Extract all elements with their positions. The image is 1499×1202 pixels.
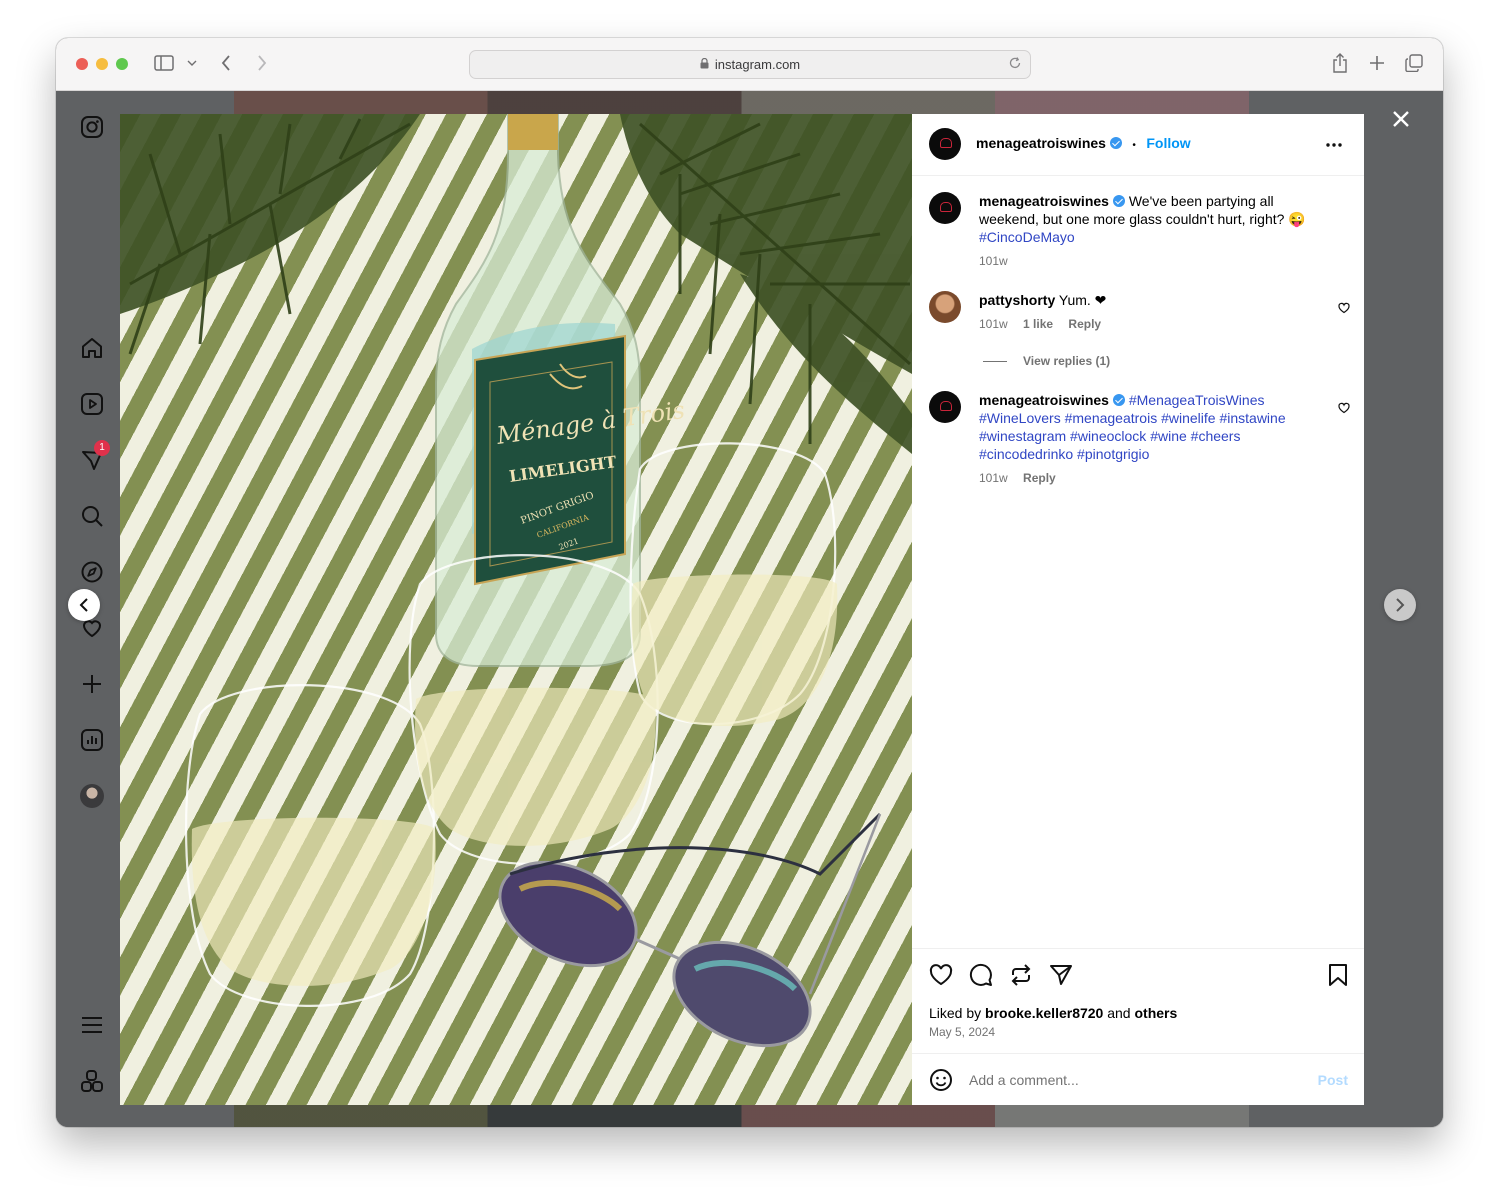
create-icon[interactable]	[80, 672, 104, 696]
close-window-button[interactable]	[76, 58, 88, 70]
chevron-down-icon[interactable]	[186, 52, 198, 74]
liked-by-and: and	[1107, 1005, 1131, 1021]
comment-like-icon[interactable]	[1338, 301, 1350, 314]
new-tab-icon[interactable]	[1368, 52, 1386, 74]
share-icon[interactable]	[1049, 963, 1073, 987]
forward-icon[interactable]	[254, 52, 270, 74]
caption-author[interactable]: menageatroiswines	[979, 193, 1109, 209]
comment-author[interactable]: pattyshorty	[979, 292, 1055, 308]
messenger-icon[interactable]: 1	[80, 440, 110, 472]
commenter-avatar[interactable]	[929, 391, 961, 423]
close-icon[interactable]	[1389, 107, 1413, 131]
explore-icon[interactable]	[80, 560, 104, 584]
view-replies[interactable]: View replies (1)	[983, 354, 1110, 368]
author-avatar[interactable]	[929, 128, 961, 160]
home-icon[interactable]	[80, 336, 104, 360]
minimize-window-button[interactable]	[96, 58, 108, 70]
liked-by-others[interactable]: others	[1134, 1005, 1177, 1021]
browser-window: instagram.com 1 Ménage à Trois LIMELIGHT…	[56, 38, 1443, 1127]
reload-icon[interactable]	[1008, 56, 1022, 73]
menu-icon[interactable]	[80, 1013, 104, 1037]
commenter-avatar[interactable]	[929, 291, 961, 323]
caption-time: 101w	[979, 254, 1008, 268]
next-post-button[interactable]	[1384, 589, 1416, 621]
verified-badge-icon	[1112, 394, 1125, 406]
comment-meta: 101w 1 like Reply	[979, 315, 1310, 333]
post-date: May 5, 2024	[929, 1025, 996, 1039]
address-bar[interactable]: instagram.com	[469, 50, 1031, 79]
follow-button[interactable]: Follow	[1146, 135, 1190, 151]
profile-avatar[interactable]	[80, 784, 104, 808]
caption-author-avatar[interactable]	[929, 192, 961, 224]
liked-by-prefix: Liked by	[929, 1005, 982, 1021]
reply-button[interactable]: Reply	[1023, 471, 1056, 485]
emoji-icon[interactable]	[929, 1068, 953, 1092]
tab-overview-icon[interactable]	[1404, 52, 1424, 74]
browser-toolbar: instagram.com	[56, 38, 1443, 91]
comment-time: 101w	[979, 471, 1008, 485]
save-bookmark-icon[interactable]	[1326, 963, 1350, 987]
back-icon[interactable]	[218, 52, 234, 74]
comment-likes[interactable]: 1 like	[1023, 317, 1053, 331]
caption-meta: 101w	[979, 252, 1310, 270]
threads-icon[interactable]	[80, 1069, 104, 1093]
comment-time: 101w	[979, 317, 1008, 331]
view-replies-label[interactable]: View replies (1)	[1023, 354, 1110, 368]
instagram-logo-icon[interactable]	[80, 115, 104, 139]
share-icon[interactable]	[1330, 52, 1350, 74]
liked-by-user[interactable]: brooke.keller8720	[985, 1005, 1103, 1021]
more-options-icon[interactable]	[1322, 138, 1346, 152]
repost-icon[interactable]	[1009, 963, 1033, 987]
comment-meta: 101w Reply	[979, 469, 1320, 487]
like-icon[interactable]	[929, 963, 953, 987]
post-details-panel: menageatroiswines • Follow menageatroisw…	[912, 114, 1364, 1105]
reels-icon[interactable]	[80, 392, 104, 416]
post-actions: Liked by brooke.keller8720 and others Ma…	[912, 948, 1364, 1054]
instagram-page: 1 Ménage à Trois LIMELIGHT PINOT GRIGIO …	[56, 91, 1443, 1127]
background-grid-top	[234, 91, 1249, 114]
post-image[interactable]: Ménage à Trois LIMELIGHT PINOT GRIGIO CA…	[120, 114, 912, 1105]
background-grid-bottom	[234, 1104, 1249, 1127]
reply-button[interactable]: Reply	[1068, 317, 1101, 331]
liked-by-text: Liked by brooke.keller8720 and others	[929, 1005, 1177, 1021]
search-icon[interactable]	[80, 504, 104, 528]
caption-hashtag[interactable]: #CincoDeMayo	[979, 229, 1075, 245]
zoom-window-button[interactable]	[116, 58, 128, 70]
post-comment-button[interactable]: Post	[1318, 1072, 1348, 1088]
previous-post-button[interactable]	[68, 589, 100, 621]
lock-icon	[700, 57, 709, 72]
dashboard-icon[interactable]	[80, 728, 104, 752]
notification-badge: 1	[94, 440, 110, 456]
add-comment-bar: Add a comment... Post	[912, 1053, 1364, 1106]
verified-badge-icon	[1109, 137, 1122, 149]
comment-like-icon[interactable]	[1338, 401, 1350, 414]
post-header: menageatroiswines • Follow	[912, 114, 1364, 176]
comment-author[interactable]: menageatroiswines	[979, 392, 1109, 408]
url-text: instagram.com	[714, 57, 801, 72]
comment-icon[interactable]	[969, 963, 993, 987]
add-comment-input[interactable]: Add a comment...	[969, 1072, 1079, 1088]
verified-badge-icon	[1112, 195, 1125, 207]
author-username[interactable]: menageatroiswines	[976, 135, 1106, 151]
separator-dot: •	[1132, 140, 1136, 151]
comment-text: Yum. ❤	[1058, 292, 1107, 308]
sidebar-toggle-icon[interactable]	[153, 52, 175, 74]
